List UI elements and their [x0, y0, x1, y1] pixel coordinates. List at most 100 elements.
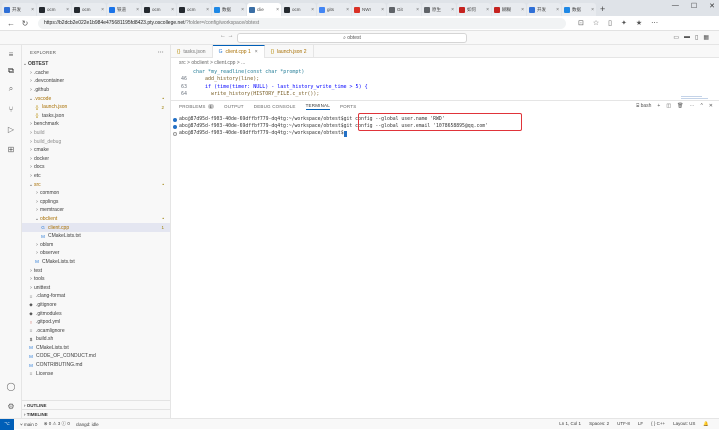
- browser-tab[interactable]: ocm ×: [37, 3, 71, 16]
- close-tab-icon[interactable]: ×: [101, 7, 104, 13]
- close-tab-icon[interactable]: ×: [66, 7, 69, 13]
- cursor-position[interactable]: Ln 1, Col 1: [559, 421, 581, 427]
- browser-tab[interactable]: ocm ×: [177, 3, 211, 16]
- breadcrumb[interactable]: src > obclient > client.cpp > ...: [171, 58, 719, 68]
- command-center[interactable]: ⌕ obtest: [237, 33, 467, 43]
- close-icon[interactable]: ✕: [709, 2, 715, 10]
- code-view[interactable]: char *my_readline(const char *prompt) 46…: [171, 68, 719, 103]
- tree-item[interactable]: M CMakeLists.txt: [22, 258, 170, 267]
- tree-root[interactable]: ⌄ OBTEST: [22, 60, 170, 69]
- notifications-icon[interactable]: 🔔: [703, 421, 709, 427]
- tree-item[interactable]: › observer: [22, 249, 170, 258]
- maximize-icon[interactable]: ☐: [691, 2, 697, 10]
- browser-tab[interactable]: ocm ×: [282, 3, 316, 16]
- close-tab-icon[interactable]: ×: [31, 7, 34, 13]
- tree-item[interactable]: M CODE_OF_CONDUCT.md: [22, 352, 170, 361]
- minimize-icon[interactable]: —: [672, 2, 679, 10]
- remote-icon[interactable]: ⌥: [0, 418, 14, 430]
- tree-item[interactable]: ≡ .ocamlignore: [22, 326, 170, 335]
- search-icon[interactable]: ⌕: [5, 83, 17, 95]
- run-debug-icon[interactable]: ▷: [5, 123, 17, 135]
- close-tab-icon[interactable]: ×: [136, 7, 139, 13]
- keyboard-layout[interactable]: Layout: US: [673, 421, 695, 427]
- tree-item[interactable]: {} launch.json 2: [22, 103, 170, 112]
- gear-icon[interactable]: ⚙: [5, 400, 17, 412]
- problems-status[interactable]: ⊗ 0 ⚠ 3 ⓘ 0: [44, 421, 70, 427]
- tree-item[interactable]: › .devcontainer: [22, 77, 170, 86]
- history-nav-icons[interactable]: ← →: [220, 33, 234, 39]
- close-tab-icon[interactable]: ×: [381, 7, 384, 13]
- browser-tab[interactable]: 糊糊 ×: [492, 3, 526, 16]
- tree-item[interactable]: › etc: [22, 172, 170, 181]
- panel-tab[interactable]: PORTS: [340, 104, 356, 109]
- settings-menu-icon[interactable]: ⋯: [651, 19, 658, 27]
- tree-item[interactable]: {} tasks.json: [22, 112, 170, 121]
- more-actions-icon[interactable]: ⋯: [689, 103, 694, 109]
- close-tab-icon[interactable]: ×: [276, 7, 279, 13]
- split-terminal-icon[interactable]: ◫: [666, 103, 671, 109]
- tree-item[interactable]: $ build.sh: [22, 335, 170, 344]
- tree-item[interactable]: › .cache: [22, 69, 170, 78]
- tree-item[interactable]: › common: [22, 189, 170, 198]
- browser-tab[interactable]: 开发 ×: [527, 3, 561, 16]
- browser-tab[interactable]: 原生 ×: [422, 3, 456, 16]
- editor-tab[interactable]: Gclient.cpp 1 ×: [212, 45, 265, 58]
- browser-tab[interactable]: gits ×: [317, 3, 351, 16]
- close-tab-icon[interactable]: ×: [311, 7, 314, 13]
- close-tab-icon[interactable]: ×: [206, 7, 209, 13]
- browser-tab[interactable]: 开发 ×: [2, 3, 36, 16]
- tree-item[interactable]: › test: [22, 266, 170, 275]
- close-tab-icon[interactable]: ×: [451, 7, 454, 13]
- explorer-icon[interactable]: ⧉: [5, 65, 17, 77]
- tree-item[interactable]: ⌄ .vscode •: [22, 94, 170, 103]
- browser-tab[interactable]: clie ×: [247, 3, 281, 16]
- tree-item[interactable]: › unittest: [22, 283, 170, 292]
- tree-item[interactable]: › .github: [22, 86, 170, 95]
- close-tab-icon[interactable]: ×: [521, 7, 524, 13]
- account-icon[interactable]: ◯: [5, 380, 17, 392]
- close-tab-icon[interactable]: ×: [346, 7, 349, 13]
- panel-tab[interactable]: DEBUG CONSOLE: [254, 104, 296, 109]
- tree-item[interactable]: › docker: [22, 155, 170, 164]
- end-of-line[interactable]: LF: [638, 421, 643, 427]
- tree-item[interactable]: › cpplings: [22, 198, 170, 207]
- browser-tab[interactable]: 数据 ×: [562, 3, 596, 16]
- timeline-section[interactable]: › TIMELINE: [22, 409, 170, 418]
- tree-item[interactable]: › docs: [22, 163, 170, 172]
- close-tab-icon[interactable]: ×: [171, 7, 174, 13]
- editor-tab[interactable]: {} launch.json 2: [265, 45, 314, 58]
- toggle-panel-icon[interactable]: ▬: [684, 34, 690, 41]
- language-mode[interactable]: { } C++: [651, 421, 665, 427]
- panel-tab[interactable]: OUTPUT: [224, 104, 244, 109]
- close-tab-icon[interactable]: ×: [416, 7, 419, 13]
- outline-section[interactable]: › OUTLINE: [22, 400, 170, 409]
- url-input[interactable]: https://b2dcb2e022e1b984e475681195fd8423…: [38, 17, 566, 29]
- source-control-icon[interactable]: ⑂: [5, 103, 17, 115]
- split-view-icon[interactable]: ▯: [608, 19, 612, 27]
- tree-item[interactable]: › cmake: [22, 146, 170, 155]
- tree-item[interactable]: › memtracer: [22, 206, 170, 215]
- tree-item[interactable]: ≡ License: [22, 369, 170, 378]
- close-panel-icon[interactable]: ✕: [709, 103, 713, 109]
- tree-item[interactable]: ◆ .gitignore: [22, 301, 170, 310]
- tree-item[interactable]: M CMakeLists.txt: [22, 232, 170, 241]
- tree-item[interactable]: › build_debug: [22, 137, 170, 146]
- browser-tab[interactable]: NWI ×: [352, 3, 386, 16]
- customize-layout-icon[interactable]: ▦: [703, 34, 709, 41]
- tree-item[interactable]: › build: [22, 129, 170, 138]
- close-tab-icon[interactable]: ×: [556, 7, 559, 13]
- tree-item[interactable]: ≡ .clang-format: [22, 292, 170, 301]
- favorites-icon[interactable]: ★: [636, 19, 642, 27]
- close-tab-icon[interactable]: ×: [241, 7, 244, 13]
- browser-tab[interactable]: ocm ×: [142, 3, 176, 16]
- tree-item[interactable]: M CONTRIBUTING.md: [22, 361, 170, 370]
- toggle-sidebar-icon[interactable]: ▭: [673, 34, 679, 41]
- browser-tab[interactable]: ocm ×: [72, 3, 106, 16]
- tree-item[interactable]: ⌄ obclient •: [22, 215, 170, 224]
- browser-tab[interactable]: 如何 ×: [457, 3, 491, 16]
- toggle-secondary-icon[interactable]: ▯: [695, 34, 698, 41]
- extensions-icon[interactable]: ⊞: [5, 143, 17, 155]
- tree-item[interactable]: ◆ .gitmodules: [22, 309, 170, 318]
- panel-tab[interactable]: PROBLEMS 1: [179, 103, 215, 109]
- trash-icon[interactable]: 🗑: [677, 103, 683, 109]
